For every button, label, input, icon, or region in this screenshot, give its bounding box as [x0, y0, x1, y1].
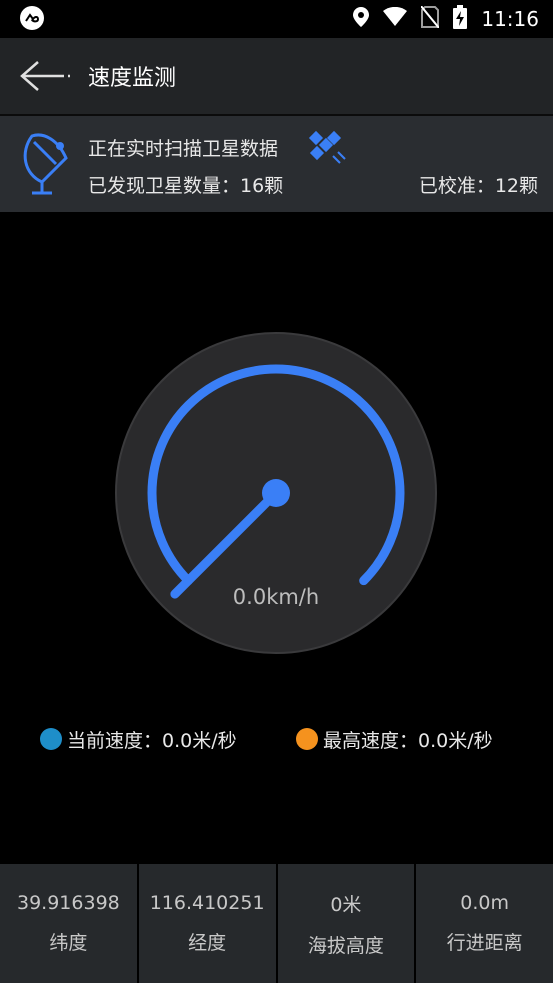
- satellite-dish-icon: [23, 133, 68, 195]
- satellite-info-panel: 正在实时扫描卫星数据 已发现卫星数量：16颗 已校准：12颗: [0, 116, 553, 212]
- latitude-value: 39.916398: [17, 892, 120, 914]
- stat-longitude: 116.410251 经度: [138, 864, 276, 983]
- page-title: 速度监测: [88, 66, 177, 91]
- longitude-label: 经度: [188, 932, 227, 954]
- location-icon: [353, 7, 370, 31]
- gauge-hub: [262, 479, 290, 507]
- altitude-label: 海拔高度: [307, 934, 384, 957]
- calibrated-satellites-text: 已校准：12颗: [418, 175, 538, 197]
- back-button[interactable]: [18, 56, 74, 96]
- status-time: 11:16: [481, 7, 539, 31]
- stat-distance: 0.0m 行进距离: [416, 864, 553, 983]
- satellite-icon: [308, 130, 346, 164]
- current-speed-dot: [40, 728, 62, 750]
- found-satellites-text: 已发现卫星数量：16颗: [88, 175, 284, 197]
- latitude-label: 纬度: [49, 932, 88, 954]
- location-stats: 39.916398 纬度 116.410251 经度 0米 海拔高度 0.0m …: [0, 864, 553, 983]
- arrow-left-icon: [20, 61, 70, 91]
- app-notification-icon: [20, 6, 44, 30]
- legend-max-speed: 最高速度：0.0米/秒: [296, 726, 493, 752]
- status-bar: 11:16: [0, 0, 553, 38]
- altitude-value: 0米: [330, 893, 362, 916]
- no-sim-icon: [420, 5, 441, 32]
- wifi-icon: [383, 6, 408, 31]
- max-speed-dot: [296, 728, 318, 750]
- battery-charging-icon: [453, 5, 468, 33]
- distance-value: 0.0m: [460, 892, 509, 914]
- app-bar: 速度监测: [0, 38, 553, 114]
- speed-gauge: 0.0km/h: [114, 331, 438, 655]
- speed-value: 0.0km/h: [232, 585, 320, 609]
- distance-label: 行进距离: [446, 932, 523, 954]
- stat-altitude: 0米 海拔高度: [277, 864, 415, 983]
- current-speed-text: 当前速度：0.0米/秒: [67, 729, 237, 752]
- legend-current-speed: 当前速度：0.0米/秒: [40, 726, 237, 752]
- stat-latitude: 39.916398 纬度: [0, 864, 137, 983]
- max-speed-text: 最高速度：0.0米/秒: [323, 729, 493, 752]
- scanning-status-text: 正在实时扫描卫星数据: [88, 138, 279, 160]
- longitude-value: 116.410251: [149, 892, 265, 914]
